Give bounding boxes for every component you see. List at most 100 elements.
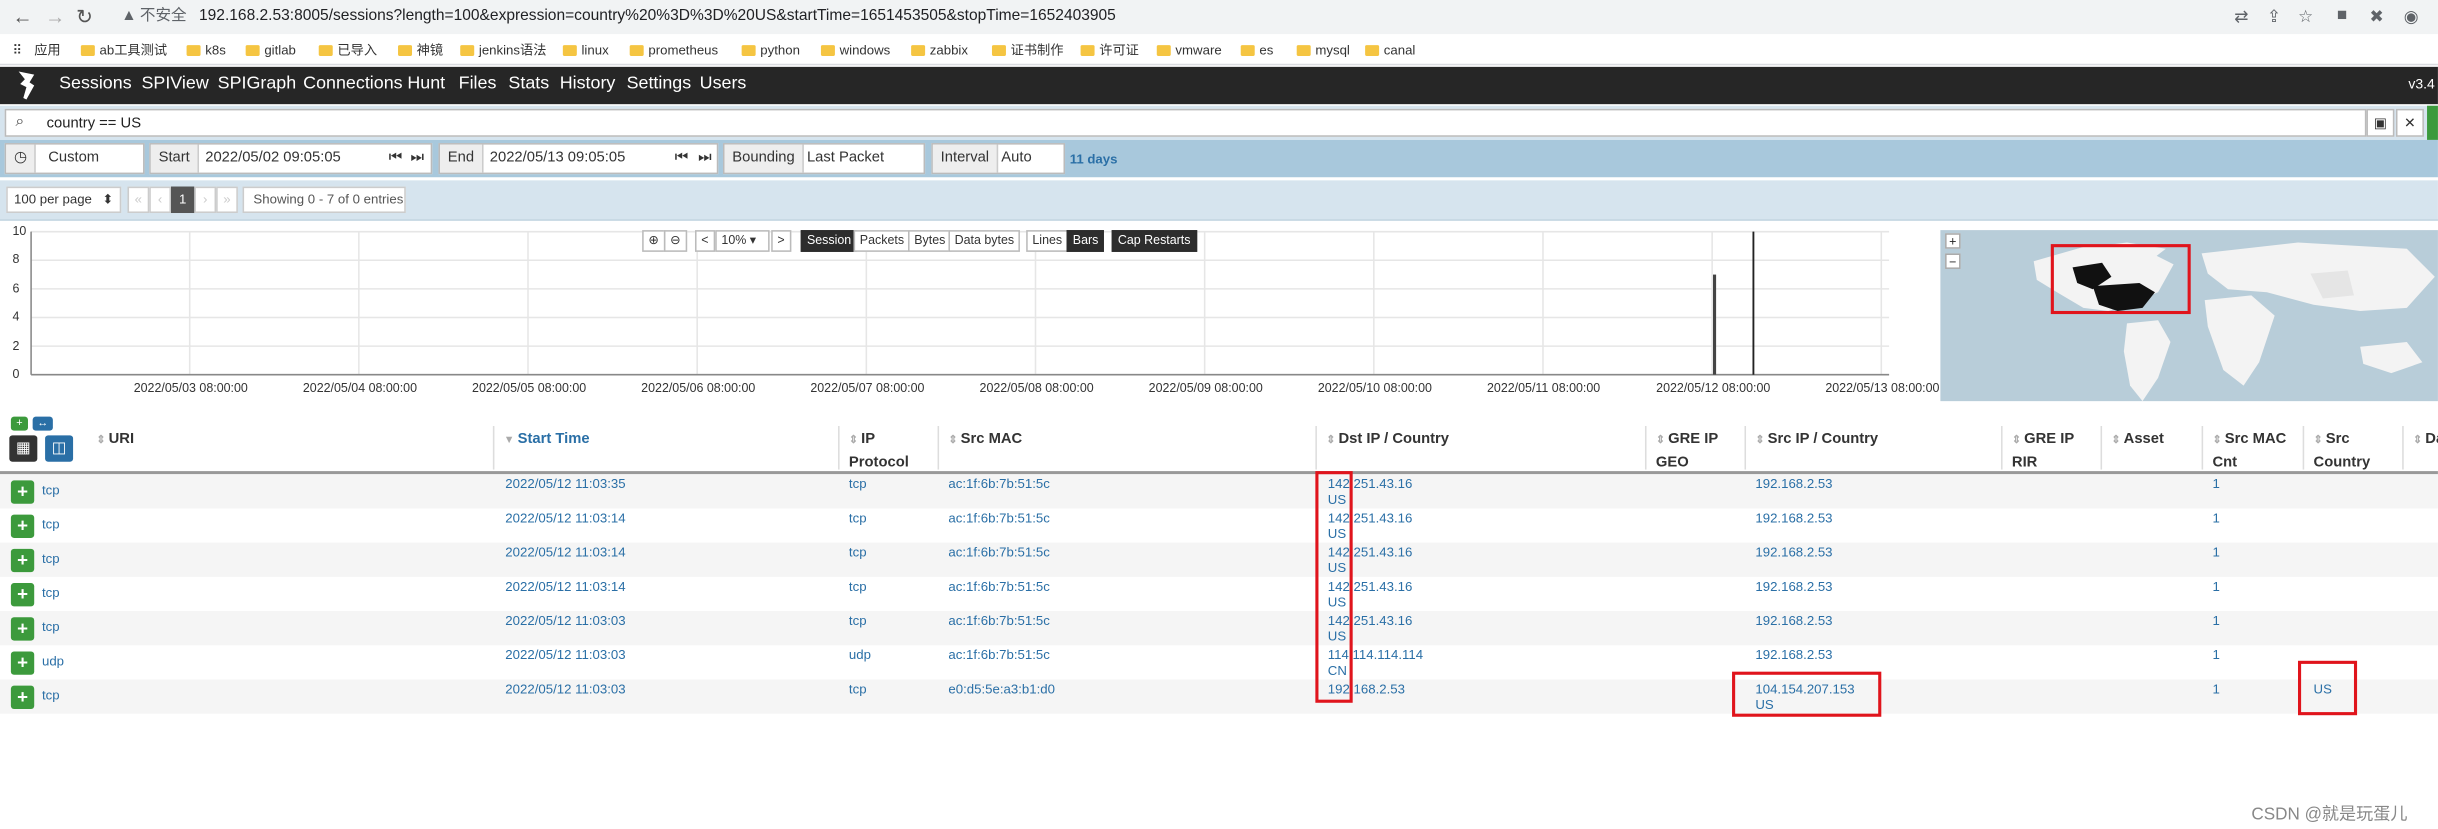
share-icon[interactable]: ⇪ (2267, 6, 2281, 27)
protocol-cell[interactable]: tcp (849, 578, 867, 594)
expand-row-button[interactable]: + (10, 480, 35, 504)
forward-icon[interactable]: → (45, 5, 65, 28)
src-ip-cell[interactable]: 192.168.2.53 (1755, 544, 1832, 560)
end-time-input[interactable]: End 2022/05/13 09:05:05 ⏮ ⏭ (438, 143, 719, 175)
column-separator[interactable] (2302, 426, 2305, 470)
src-ip-cell[interactable]: 192.168.2.53 (1755, 647, 1832, 663)
back-icon[interactable]: ← (12, 5, 32, 28)
start-time-cell[interactable]: 2022/05/12 11:03:03 (505, 613, 625, 629)
expand-row-button[interactable]: + (10, 685, 35, 709)
start-value[interactable]: 2022/05/02 09:05:05 (205, 145, 341, 173)
uri-cell[interactable]: tcp (42, 482, 60, 498)
expand-row-button[interactable]: + (10, 617, 35, 641)
start-last-icon[interactable]: ⏭ (410, 145, 423, 173)
expand-row-button[interactable]: + (10, 548, 35, 573)
bounding-select[interactable]: Bounding Last Packet (722, 143, 926, 175)
bookmark-item[interactable]: ab工具测试 (80, 42, 167, 58)
column-header[interactable]: ⇕ IP Protocol (849, 429, 909, 474)
nav-item-spiview[interactable]: SPIView (141, 75, 208, 94)
url-text[interactable]: 192.168.2.53:8005/sessions?length=100&ex… (199, 5, 1116, 30)
graph-mode-data-bytes[interactable]: Data bytes (948, 230, 1021, 252)
zoom-out-icon[interactable]: ⊖ (663, 230, 687, 252)
chart-bar[interactable] (1712, 274, 1717, 375)
graph-mode-bytes[interactable]: Bytes (908, 230, 952, 252)
protocol-cell[interactable]: tcp (849, 681, 867, 697)
expand-row-button[interactable]: + (10, 514, 35, 538)
column-separator[interactable] (1744, 426, 1747, 470)
expand-row-button[interactable]: + (10, 583, 35, 607)
column-view-icon[interactable]: ◫ (45, 435, 74, 462)
protocol-cell[interactable]: tcp (849, 544, 867, 560)
extension-icon[interactable]: ■ (2337, 6, 2347, 25)
bookmark-item[interactable]: 已导入 (318, 42, 377, 58)
profile-icon[interactable]: ◉ (2404, 6, 2419, 27)
column-separator[interactable] (937, 426, 940, 470)
nav-item-history[interactable]: History (560, 75, 616, 94)
bookmark-item[interactable]: 神镜 (398, 42, 443, 58)
table-row[interactable]: + tcp 2022/05/12 11:03:03 tcp ac:1f:6b:7b:51… (0, 611, 2438, 646)
graph-mode-session[interactable]: Session (800, 230, 858, 252)
column-header[interactable]: ⇕ Asset (2111, 429, 2163, 452)
src-mac-cnt-cell[interactable]: 1 (2212, 476, 2219, 492)
zoom-select[interactable]: 10% ▾ (715, 230, 770, 252)
uri-cell[interactable]: tcp (42, 516, 60, 532)
column-separator[interactable] (492, 426, 495, 470)
prev-page-button[interactable]: ‹ (149, 186, 172, 214)
bookmark-item[interactable]: k8s (186, 42, 226, 58)
column-separator[interactable] (1644, 426, 1647, 470)
bookmark-item[interactable]: vmware (1156, 42, 1222, 58)
src-mac-cnt-cell[interactable]: 1 (2212, 510, 2219, 526)
table-row[interactable]: + tcp 2022/05/12 11:03:14 tcp ac:1f:6b:7b:51… (0, 577, 2438, 611)
column-separator[interactable] (2100, 426, 2103, 470)
grid-view-icon[interactable]: ▦ (9, 435, 38, 462)
bookmark-item[interactable]: mysql (1296, 42, 1350, 58)
nav-item-hunt[interactable]: Hunt (407, 75, 445, 94)
zoom-in-icon[interactable]: ⊕ (642, 230, 665, 252)
per-page-select[interactable]: 100 per page ⬍ (6, 186, 122, 214)
column-header[interactable]: ⇕ Src IP / Country (1755, 429, 1878, 452)
bookmark-item[interactable]: python (741, 42, 800, 58)
column-header[interactable]: ⇕ Src Country (2314, 429, 2371, 474)
nav-item-settings[interactable]: Settings (627, 75, 692, 94)
address-bar[interactable]: ▲ 不安全 192.168.2.53:8005/sessions?length=… (105, 4, 2221, 30)
table-row[interactable]: + tcp 2022/05/12 11:03:35 tcp ac:1f:6b:7b:51… (0, 474, 2438, 509)
bookmark-item[interactable]: 许可证 (1080, 42, 1139, 58)
search-button[interactable] (2427, 105, 2438, 140)
nav-item-stats[interactable]: Stats (508, 75, 549, 94)
search-input[interactable]: ⌕ country == US (4, 108, 2367, 137)
table-row[interactable]: + tcp 2022/05/12 11:03:14 tcp ac:1f:6b:7b:51… (0, 508, 2438, 542)
table-row[interactable]: + tcp 2022/05/12 11:03:03 tcp e0:d5:5e:a3:b1… (0, 679, 2438, 714)
protocol-cell[interactable]: tcp (849, 510, 867, 526)
expand-row-button[interactable]: + (10, 651, 35, 675)
end-value[interactable]: 2022/05/13 09:05:05 (490, 145, 626, 173)
start-time-cell[interactable]: 2022/05/12 11:03:14 (505, 510, 625, 526)
fit-columns-icon[interactable]: ↔ (32, 416, 53, 431)
pan-left-icon[interactable]: < (694, 230, 715, 252)
src-mac-cnt-cell[interactable]: 1 (2212, 681, 2219, 697)
src-ip-cell[interactable]: 192.168.2.53 (1755, 476, 1832, 492)
uri-cell[interactable]: tcp (42, 550, 60, 566)
bookmark-item[interactable]: gitlab (245, 42, 296, 58)
column-header[interactable]: ▼ Start Time (504, 429, 590, 452)
nav-item-connections[interactable]: Connections (303, 75, 402, 94)
start-time-cell[interactable]: 2022/05/12 11:03:14 (505, 578, 625, 594)
graph-mode-packets[interactable]: Packets (853, 230, 911, 252)
src-mac-cell[interactable]: ac:1f:6b:7b:51:5c (948, 510, 1049, 526)
src-mac-cell[interactable]: ac:1f:6b:7b:51:5c (948, 578, 1049, 594)
table-row[interactable]: + tcp 2022/05/12 11:03:14 tcp ac:1f:6b:7b:51… (0, 542, 2438, 577)
table-row[interactable]: + udp 2022/05/12 11:03:03 udp ac:1f:6b:7b:51… (0, 645, 2438, 679)
bookmark-item[interactable]: jenkins语法 (460, 42, 546, 58)
bookmark-item[interactable]: linux (562, 42, 609, 58)
uri-cell[interactable]: tcp (42, 619, 60, 635)
search-expression[interactable]: country == US (47, 115, 141, 132)
src-mac-cnt-cell[interactable]: 1 (2212, 647, 2219, 663)
bookmark-item[interactable]: windows (820, 42, 890, 58)
nav-item-users[interactable]: Users (700, 75, 747, 94)
apps-label[interactable]: 应用 (34, 42, 60, 58)
src-mac-cnt-cell[interactable]: 1 (2212, 544, 2219, 560)
start-time-cell[interactable]: 2022/05/12 11:03:35 (505, 476, 625, 492)
bounding-value[interactable]: Last Packet (807, 145, 884, 173)
bookmark-item[interactable]: canal (1365, 42, 1415, 58)
owl-logo-icon[interactable] (16, 70, 44, 101)
column-header[interactable]: ⇕ Dst IP / Country (1326, 429, 1449, 452)
